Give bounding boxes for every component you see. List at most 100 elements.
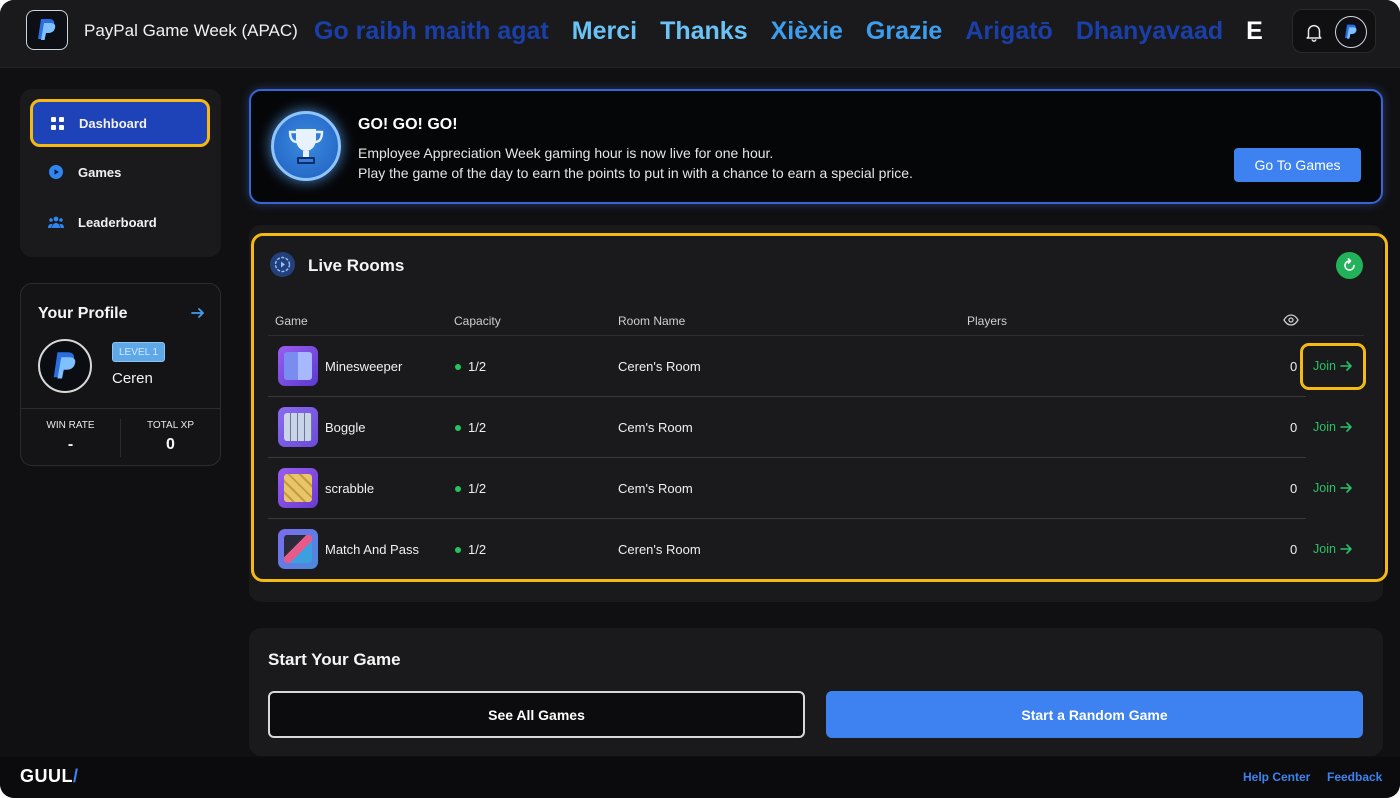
banner-text: Employee Appreciation Week gaming hour i…	[358, 145, 774, 161]
game-name: Match And Pass	[325, 542, 419, 557]
join-label: Join	[1313, 420, 1336, 434]
profile-card: Your Profile LEVEL 1 Ceren WIN RATE - TO…	[20, 283, 221, 466]
start-game-title: Start Your Game	[268, 650, 401, 669]
divider	[268, 396, 1306, 397]
banner-title: GO! GO! GO!	[358, 116, 458, 133]
account-avatar[interactable]	[1335, 16, 1367, 48]
room-name: Ceren's Room	[618, 359, 701, 374]
live-rooms-panel	[249, 225, 1383, 602]
column-header-capacity: Capacity	[454, 314, 501, 328]
feedback-link[interactable]: Feedback	[1327, 770, 1382, 784]
status-dot	[455, 486, 461, 492]
see-all-games-button[interactable]: See All Games	[268, 691, 805, 738]
thanks-marquee: Go raibh maith agat Merci Thanks Xièxie Graz…	[314, 14, 1284, 48]
guul-logo: GUUL/	[20, 766, 79, 787]
arrow-right-icon[interactable]	[191, 306, 205, 320]
join-label: Join	[1313, 481, 1336, 495]
go-to-games-button[interactable]: Go To Games	[1234, 148, 1361, 182]
capacity-value: 1/2	[468, 420, 487, 435]
game-name: Boggle	[325, 420, 366, 435]
game-name: Minesweeper	[325, 359, 403, 374]
level-badge: LEVEL 1	[112, 342, 166, 362]
help-center-link[interactable]: Help Center	[1243, 770, 1310, 784]
players-count: 0	[1290, 542, 1298, 557]
status-dot	[455, 425, 461, 431]
live-rooms-title: Live Rooms	[308, 256, 405, 275]
boggle-thumbnail	[278, 407, 318, 447]
announcement-banner: GO! GO! GO! Employee Appreciation Week g…	[249, 89, 1383, 204]
players-count: 0	[1290, 359, 1298, 374]
banner-text: Play the game of the day to earn the poi…	[358, 165, 913, 181]
capacity-value: 1/2	[468, 542, 487, 557]
join-label: Join	[1313, 542, 1336, 556]
divider	[268, 335, 1364, 336]
players-count: 0	[1290, 420, 1298, 435]
trophy-icon	[271, 111, 341, 181]
arrow-right-icon	[1340, 483, 1352, 493]
capacity-value: 1/2	[468, 359, 487, 374]
marquee-word: Merci	[571, 17, 638, 45]
players-count: 0	[1290, 481, 1298, 496]
bell-icon[interactable]	[1303, 21, 1325, 43]
logo-text: GUUL	[20, 766, 73, 786]
room-name: Cem's Room	[618, 420, 693, 435]
paypal-logo-icon	[38, 19, 56, 40]
sidebar-item-leaderboard[interactable]: Leaderboard	[32, 201, 208, 243]
users-icon	[48, 214, 64, 230]
status-dot	[455, 364, 461, 370]
total-xp-label: TOTAL XP	[146, 420, 195, 431]
join-button[interactable]: Join	[1313, 420, 1353, 434]
marquee-word: Xièxie	[770, 17, 843, 45]
grid-icon	[49, 115, 65, 131]
app-title: PayPal Game Week (APAC)	[84, 21, 298, 40]
column-header-game: Game	[275, 314, 308, 328]
join-button[interactable]: Join	[1313, 359, 1353, 373]
profile-title: Your Profile	[38, 305, 128, 322]
win-rate-label: WIN RATE	[46, 420, 95, 431]
start-random-game-button[interactable]: Start a Random Game	[826, 691, 1363, 738]
arrow-right-icon	[1340, 544, 1352, 554]
room-name: Cem's Room	[618, 481, 693, 496]
arrow-right-icon	[1340, 422, 1352, 432]
avatar	[38, 339, 92, 393]
paypal-avatar-icon	[53, 352, 76, 379]
sidebar-item-dashboard[interactable]: Dashboard	[30, 99, 210, 147]
join-button[interactable]: Join	[1313, 542, 1353, 556]
divider	[21, 408, 220, 409]
join-button[interactable]: Join	[1313, 481, 1353, 495]
sidebar-item-label: Leaderboard	[78, 214, 157, 230]
top-actions	[1292, 9, 1376, 53]
capacity-value: 1/2	[468, 481, 487, 496]
refresh-button[interactable]	[1336, 252, 1363, 279]
marquee-word: E	[1246, 17, 1263, 45]
refresh-icon	[1344, 258, 1355, 271]
column-header-players: Players	[967, 314, 1008, 328]
arrow-right-icon	[1340, 361, 1352, 371]
sidebar-nav: Dashboard Games Leaderboard	[20, 89, 221, 257]
column-header-room-name: Room Name	[618, 314, 686, 328]
eye-icon	[1283, 314, 1299, 326]
room-name: Ceren's Room	[618, 542, 701, 557]
profile-name: Ceren	[112, 370, 153, 387]
total-xp-value: 0	[166, 436, 175, 453]
footer	[0, 757, 1400, 798]
sidebar-item-label: Dashboard	[79, 115, 147, 131]
divider	[268, 457, 1306, 458]
paypal-logo[interactable]	[26, 10, 68, 50]
match-and-pass-thumbnail	[278, 529, 318, 569]
play-circle-icon	[48, 164, 64, 180]
top-bar: PayPal Game Week (APAC) Go raibh maith a…	[0, 0, 1400, 68]
game-name: scrabble	[325, 481, 375, 496]
app-window: PayPal Game Week (APAC) Go raibh maith a…	[0, 0, 1400, 798]
live-rooms-icon	[270, 252, 295, 277]
logo-mark: /	[73, 766, 79, 786]
marquee-word: Thanks	[660, 17, 748, 45]
sidebar-item-games[interactable]: Games	[32, 151, 208, 193]
paypal-avatar-icon	[1345, 24, 1357, 39]
minesweeper-thumbnail	[278, 346, 318, 386]
scrabble-thumbnail	[278, 468, 318, 508]
win-rate-value: -	[67, 436, 74, 453]
divider	[268, 518, 1306, 519]
marquee-word: Grazie	[865, 17, 943, 45]
status-dot	[455, 547, 461, 553]
